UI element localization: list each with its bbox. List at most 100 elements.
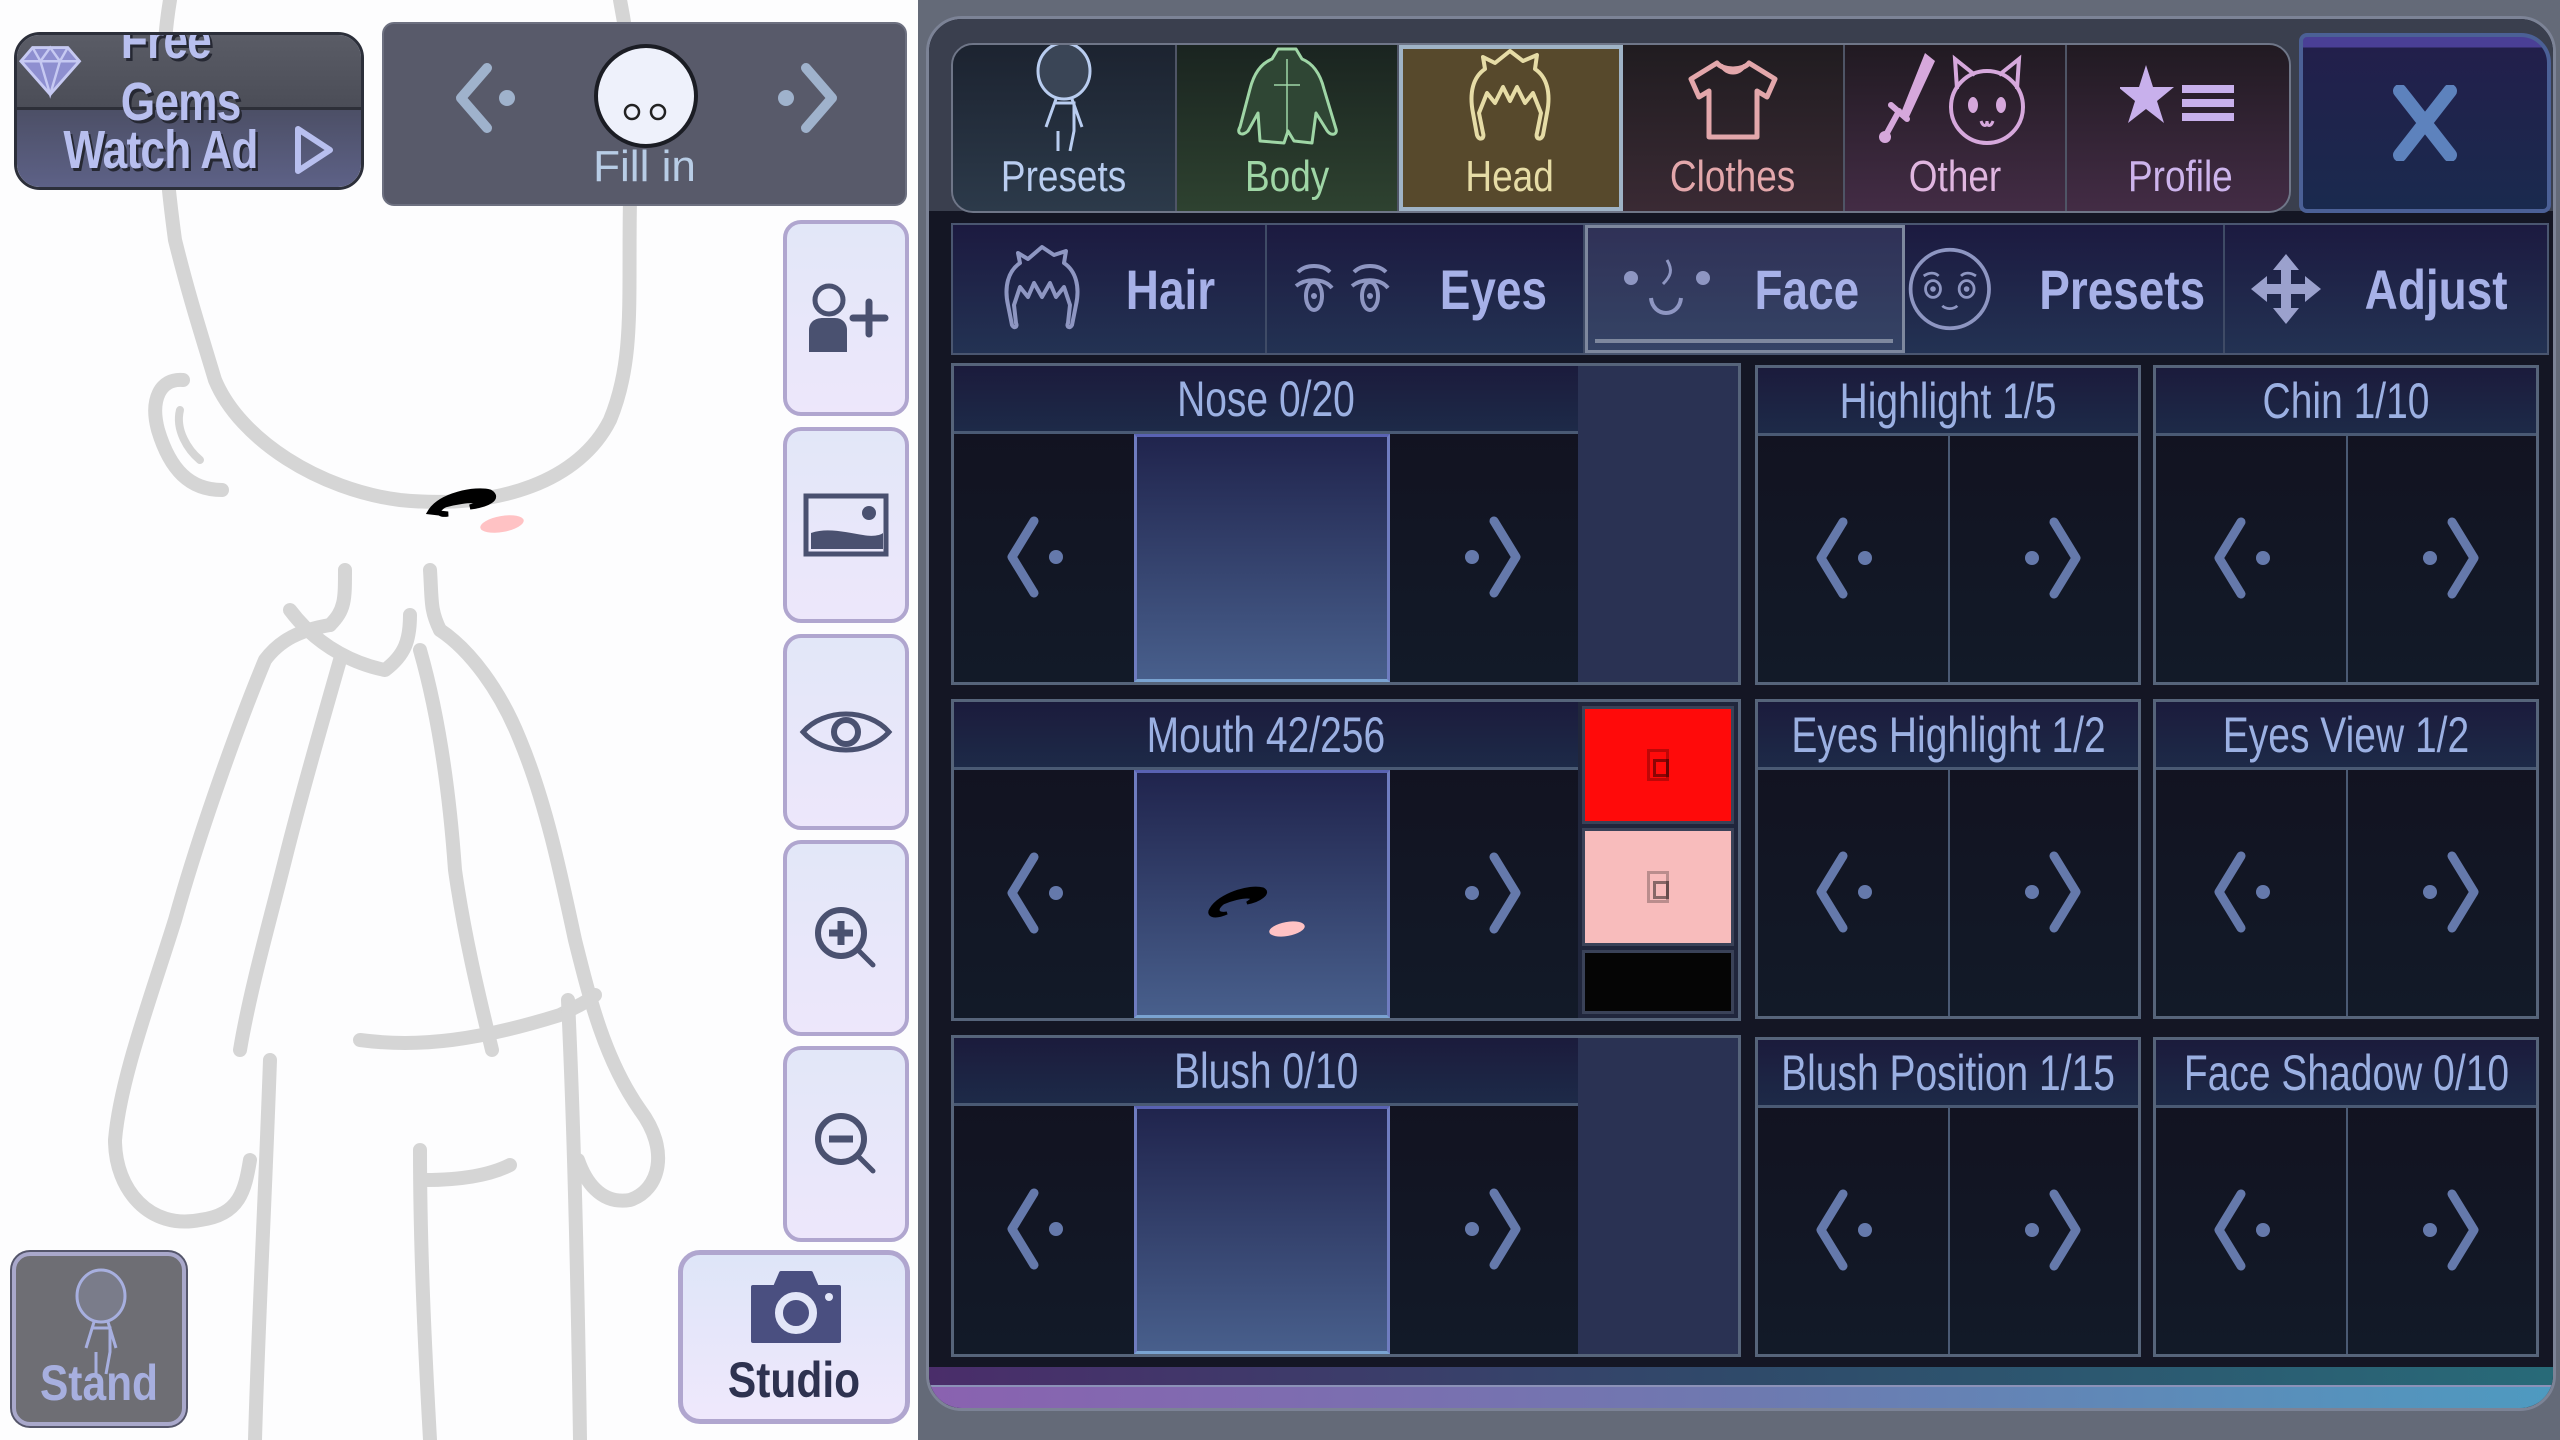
- chin-panel: Chin 1/10: [2153, 365, 2539, 685]
- eyes-view-next-button[interactable]: [2348, 770, 2536, 1016]
- nose-next-button[interactable]: [1390, 434, 1578, 682]
- tab-presets[interactable]: Presets: [1905, 225, 2225, 353]
- mouth-color-swatch-1[interactable]: [1582, 706, 1734, 824]
- eyes-icon: [1294, 264, 1390, 312]
- diamond-icon: [18, 45, 82, 99]
- pose-label: Fill in: [593, 142, 696, 191]
- close-button[interactable]: [2299, 33, 2551, 213]
- tab-label: Adjust: [2364, 257, 2508, 321]
- chin-next-button[interactable]: [2348, 436, 2536, 682]
- tab-face[interactable]: Face: [1585, 225, 1905, 353]
- mouth-color-swatch-3[interactable]: [1582, 950, 1734, 1014]
- chevron-left-dot-icon: [1816, 851, 1872, 933]
- chevron-right-dot-icon: [2025, 851, 2081, 933]
- editor-panel: Presets Body Head Clothes Other Profile …: [918, 0, 2560, 1440]
- chin-prev-button[interactable]: [2156, 436, 2346, 682]
- chevron-right-dot-icon: [2423, 1189, 2479, 1271]
- hair-icon: [1469, 49, 1551, 141]
- face-shadow-next-button[interactable]: [2348, 1108, 2536, 1354]
- zoom-out-button[interactable]: [783, 1046, 909, 1242]
- chevron-right-dot-icon: [2025, 517, 2081, 599]
- chevron-left-dot-icon: [1007, 852, 1063, 934]
- chevron-right-dot-icon[interactable]: [754, 54, 844, 144]
- blush-title: Blush 0/10: [954, 1038, 1578, 1106]
- highlight-next-button[interactable]: [1950, 436, 2138, 682]
- add-character-button[interactable]: [783, 220, 909, 416]
- blush-position-next-button[interactable]: [1950, 1108, 2138, 1354]
- free-gems-label: Free Gems: [121, 32, 242, 132]
- category-head[interactable]: Head: [1399, 45, 1623, 211]
- tab-hair[interactable]: Hair: [953, 225, 1267, 353]
- blush-prev-button[interactable]: [954, 1106, 1134, 1354]
- blush-position-prev-button[interactable]: [1758, 1108, 1948, 1354]
- chevron-left-dot-icon: [2214, 1189, 2270, 1271]
- image-icon: [803, 493, 889, 557]
- hair-outline-icon: [1004, 245, 1080, 330]
- star-list-icon: [2120, 65, 2234, 123]
- mouth-color-swatch-2[interactable]: [1582, 828, 1734, 946]
- chevron-right-dot-icon: [2423, 517, 2479, 599]
- character-figure: [108, 0, 666, 1440]
- jacket-icon: [1237, 47, 1338, 145]
- tab-adjust[interactable]: Adjust: [2225, 225, 2547, 353]
- blush-preview[interactable]: [1134, 1106, 1390, 1354]
- category-label: Profile: [2127, 152, 2233, 201]
- mouth-next-button[interactable]: [1390, 770, 1578, 1018]
- zoom-in-button[interactable]: [783, 840, 909, 1036]
- blush-color-column: [1578, 1038, 1738, 1354]
- camera-icon: [751, 1271, 841, 1343]
- eyes-view-panel: Eyes View 1/2: [2153, 699, 2539, 1019]
- chevron-left-dot-icon: [1816, 1189, 1872, 1271]
- background-button[interactable]: [783, 427, 909, 623]
- category-other[interactable]: Other: [1845, 45, 2067, 211]
- watch-ad-label: Watch Ad: [62, 120, 258, 180]
- category-label: Head: [1465, 152, 1555, 201]
- tab-label: Presets: [2038, 257, 2205, 321]
- category-presets[interactable]: Presets: [953, 45, 1177, 211]
- blush-position-title: Blush Position 1/15: [1758, 1040, 2138, 1108]
- nose-prev-button[interactable]: [954, 434, 1134, 682]
- category-clothes[interactable]: Clothes: [1623, 45, 1845, 211]
- visibility-button[interactable]: [783, 634, 909, 830]
- stand-label: Stand: [39, 1355, 159, 1411]
- close-x-icon: [2393, 85, 2457, 161]
- zoom-in-icon: [815, 907, 876, 968]
- free-gems-watch-ad-button[interactable]: Free Gems Watch Ad: [14, 32, 364, 190]
- eyes-highlight-prev-button[interactable]: [1758, 770, 1948, 1016]
- chevron-left-dot-icon[interactable]: [449, 54, 539, 144]
- category-bar: Presets Body Head Clothes Other Profile: [951, 43, 2291, 213]
- blush-mark: [480, 515, 524, 533]
- chevron-right-dot-icon: [1465, 516, 1521, 598]
- blush-next-button[interactable]: [1390, 1106, 1578, 1354]
- mouth-preview[interactable]: [1134, 770, 1390, 1018]
- face-shadow-title: Face Shadow 0/10: [2156, 1040, 2536, 1108]
- nose-title: Nose 0/20: [954, 366, 1578, 434]
- chevron-right-dot-icon: [1465, 1188, 1521, 1270]
- chevron-left-dot-icon: [2214, 517, 2270, 599]
- move-arrows-icon: [2250, 254, 2321, 324]
- highlight-prev-button[interactable]: [1758, 436, 1948, 682]
- chevron-left-dot-icon: [1007, 516, 1063, 598]
- mouth-shape: [425, 488, 497, 517]
- face-shadow-prev-button[interactable]: [2156, 1108, 2346, 1354]
- nose-preview[interactable]: [1134, 434, 1390, 682]
- chevron-right-dot-icon: [1465, 852, 1521, 934]
- category-profile[interactable]: Profile: [2067, 45, 2289, 211]
- blush-panel: Blush 0/10: [951, 1035, 1741, 1357]
- eyes-highlight-next-button[interactable]: [1950, 770, 2138, 1016]
- stand-button[interactable]: Stand: [12, 1252, 186, 1426]
- mouth-prev-button[interactable]: [954, 770, 1134, 1018]
- tab-eyes[interactable]: Eyes: [1267, 225, 1585, 353]
- chevron-right-dot-icon: [2423, 851, 2479, 933]
- tab-label: Face: [1754, 257, 1860, 321]
- character-stage[interactable]: Free Gems Watch Ad Fill in Stand Studio: [0, 0, 918, 1440]
- editor-frame: Presets Body Head Clothes Other Profile …: [926, 16, 2556, 1411]
- mouth-title: Mouth 42/256: [954, 702, 1578, 770]
- category-body[interactable]: Body: [1177, 45, 1399, 211]
- eyes-view-prev-button[interactable]: [2156, 770, 2346, 1016]
- chibi-figure-icon: [1036, 45, 1092, 152]
- studio-button[interactable]: Studio: [678, 1250, 910, 1424]
- highlight-title: Highlight 1/5: [1758, 368, 2138, 436]
- face-shadow-panel: Face Shadow 0/10: [2153, 1037, 2539, 1357]
- category-label: Presets: [1001, 152, 1127, 201]
